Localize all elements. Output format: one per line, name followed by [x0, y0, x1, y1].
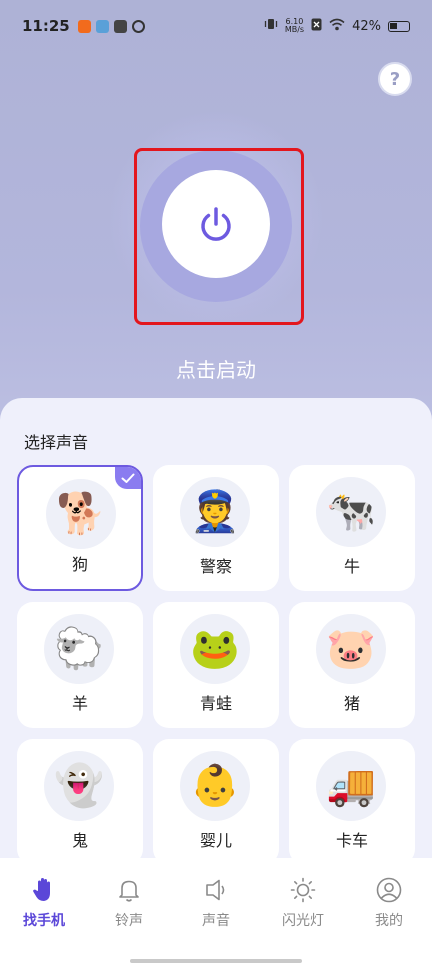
tab-label: 闪光灯	[282, 913, 324, 929]
sound-label: 猪	[343, 694, 360, 713]
taobao-app-icon	[77, 19, 91, 33]
sound-card-frog[interactable]: 🐸 青蛙	[153, 602, 279, 728]
tab-flashlight[interactable]: 闪光灯	[263, 876, 343, 930]
tab-label: 声音	[202, 913, 230, 929]
ghost-icon: 👻	[44, 751, 114, 821]
truck-icon: 🚚	[316, 751, 386, 821]
tab-label: 我的	[375, 913, 403, 929]
help-button[interactable]: ?	[378, 62, 412, 96]
sound-card-pig[interactable]: 🐷 猪	[289, 602, 415, 728]
battery-percent: 42%	[352, 18, 381, 34]
tab-find-phone[interactable]: 找手机	[4, 876, 84, 930]
bell-icon	[119, 880, 139, 902]
baby-icon: 👶	[180, 751, 250, 821]
sound-card-sheep[interactable]: 🐑 羊	[17, 602, 143, 728]
sound-card-police[interactable]: 👮 警察	[153, 465, 279, 591]
tab-ringtone[interactable]: 铃声	[89, 876, 169, 930]
sound-label: 青蛙	[199, 694, 232, 713]
tab-sound[interactable]: 声音	[176, 876, 256, 930]
dog-icon: 🐕	[46, 479, 116, 549]
tab-profile[interactable]: 我的	[349, 876, 429, 930]
speaker-icon	[206, 879, 225, 901]
home-indicator[interactable]	[130, 959, 302, 963]
status-right: 6.10 MB/s 42%	[264, 17, 410, 35]
tab-label: 铃声	[115, 913, 143, 929]
battery-icon	[388, 20, 410, 32]
status-bar: 11:25 6.10 MB/s 42%	[0, 0, 432, 52]
police-icon: 👮	[180, 477, 250, 547]
bottom-tab-bar: 找手机 铃声 声音 闪光灯 我的	[0, 858, 432, 964]
network-speed: 6.10 MB/s	[285, 18, 304, 34]
sound-label: 鬼	[71, 831, 88, 850]
sheep-icon: 🐑	[44, 614, 114, 684]
sound-label: 牛	[343, 557, 360, 576]
sound-label: 卡车	[335, 831, 368, 850]
sound-label: 婴儿	[199, 831, 232, 850]
selected-check-icon	[115, 467, 141, 489]
sound-label: 警察	[199, 557, 232, 576]
sound-card-baby[interactable]: 👶 婴儿	[153, 739, 279, 865]
help-icon: ?	[389, 68, 401, 90]
sound-card-ghost[interactable]: 👻 鬼	[17, 739, 143, 865]
cow-icon: 🐄	[316, 477, 386, 547]
highlight-box	[134, 148, 304, 325]
tab-label: 找手机	[23, 913, 65, 929]
section-title: 选择声音	[24, 433, 89, 452]
flashlight-icon	[290, 877, 316, 903]
sound-label: 羊	[71, 694, 88, 713]
sound-panel: 选择声音 🐕 狗 👮 警察 🐄 牛 🐑 羊 🐸 青蛙 🐷 猪 👻 鬼 👶 婴儿 …	[0, 398, 432, 868]
sound-card-cow[interactable]: 🐄 牛	[289, 465, 415, 591]
wifi-icon	[329, 18, 345, 35]
status-time: 11:25	[22, 17, 70, 35]
sound-card-dog[interactable]: 🐕 狗	[17, 465, 143, 591]
link-icon	[131, 19, 145, 33]
speed-unit: MB/s	[284, 25, 305, 34]
pig-icon: 🐷	[316, 614, 386, 684]
start-label: 点击启动	[176, 358, 256, 382]
hand-icon	[33, 878, 50, 901]
frog-icon: 🐸	[180, 614, 250, 684]
app-notification-icon	[95, 19, 109, 33]
sound-card-truck[interactable]: 🚚 卡车	[289, 739, 415, 865]
message-icon	[113, 19, 127, 33]
sim-icon	[311, 18, 322, 35]
profile-icon	[376, 877, 402, 903]
vibrate-icon	[264, 17, 278, 35]
sound-label: 狗	[71, 555, 88, 574]
